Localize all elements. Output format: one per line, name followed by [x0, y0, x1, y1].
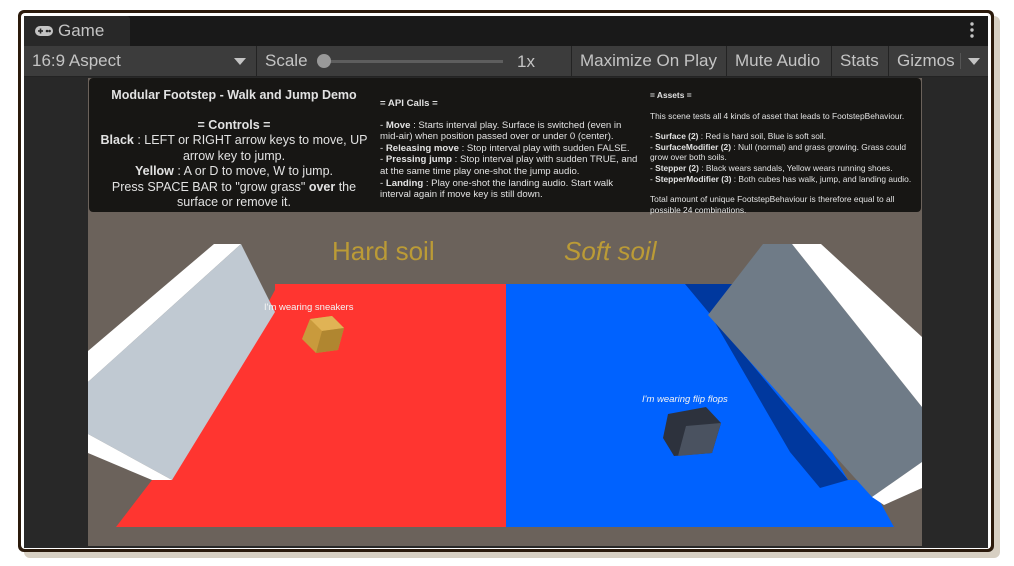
controls-column: Modular Footstep - Walk and Jump Demo = … — [99, 88, 369, 211]
aspect-label: 16:9 Aspect — [32, 51, 121, 70]
chevron-down-icon — [968, 58, 980, 65]
scale-slider-handle[interactable] — [317, 54, 331, 68]
mute-audio-toggle[interactable]: Mute Audio — [727, 46, 831, 76]
gizmos-dropdown[interactable] — [961, 46, 988, 76]
scale-value: 1x — [517, 52, 535, 71]
api-item: - Pressing jump : Stop interval play wit… — [380, 154, 638, 177]
asset-item: - Surface (2) : Red is hard soil, Blue i… — [650, 131, 826, 142]
control-grass: Press SPACE BAR to "grow grass" over the… — [111, 179, 357, 210]
assets-intro: This scene tests all 4 kinds of asset th… — [650, 110, 905, 121]
aspect-dropdown[interactable]: 16:9 Aspect — [24, 46, 256, 76]
assets-column: = Assets = This scene tests all 4 kinds … — [650, 90, 920, 215]
controls-header: = Controls = — [197, 117, 271, 132]
mute-audio-label: Mute Audio — [735, 51, 821, 70]
maximize-on-play-label: Maximize On Play — [580, 51, 717, 70]
tab-label: Game — [58, 21, 105, 40]
scale-control: Scale 1x — [257, 46, 571, 76]
gizmos-label: Gizmos — [897, 51, 955, 70]
assets-total: Total amount of unique FootstepBehaviour… — [650, 194, 895, 215]
control-black: Black : LEFT or RIGHT arrow keys to move… — [100, 133, 368, 163]
game-toolbar: 16:9 Aspect Scale 1x Maximize On Play Mu… — [24, 46, 988, 77]
yellow-cube-nameplate: I'm wearing sneakers — [264, 302, 354, 313]
stats-toggle[interactable]: Stats — [832, 46, 888, 76]
api-column: = API Calls = - Move : Starts interval p… — [380, 98, 640, 201]
game-viewport[interactable]: Hard soil Soft soil I'm wearing sneakers… — [88, 78, 922, 546]
demo-title: Modular Footstep - Walk and Jump Demo — [111, 88, 357, 102]
api-item: - Move : Starts interval play. Surface i… — [380, 119, 622, 143]
assets-header: = Assets = — [650, 90, 692, 100]
control-yellow: Yellow : A or D to move, W to jump. — [135, 164, 333, 178]
stats-label: Stats — [840, 51, 879, 70]
asset-item: - Stepper (2) : Black wears sandals, Yel… — [650, 162, 893, 173]
black-cube — [663, 407, 721, 456]
chevron-down-icon — [234, 58, 246, 65]
kebab-menu-icon[interactable] — [970, 22, 974, 43]
black-cube-nameplate: I'm wearing flip flops — [642, 394, 728, 405]
scale-slider[interactable] — [323, 60, 503, 63]
api-header: = API Calls = — [380, 98, 438, 109]
soft-soil-label: Soft soil — [564, 236, 657, 266]
hard-soil-label: Hard soil — [332, 236, 435, 266]
game-window: Game 16:9 Aspect Scale 1x Maximize On Pl… — [24, 16, 988, 548]
info-panel: Modular Footstep - Walk and Jump Demo = … — [89, 78, 921, 215]
api-item: - Landing : Play one-shot the landing au… — [380, 177, 614, 201]
scale-label: Scale — [265, 51, 308, 70]
maximize-on-play-toggle[interactable]: Maximize On Play — [572, 46, 726, 76]
tab-bar: Game — [24, 16, 988, 46]
asset-item: - StepperModifier (3) : Both cubes has w… — [650, 173, 912, 184]
api-item: - Releasing move : Stop interval play wi… — [380, 142, 630, 154]
gizmos-toggle[interactable]: Gizmos — [889, 46, 959, 76]
tab-game[interactable]: Game — [24, 16, 130, 46]
gamepad-icon — [35, 26, 53, 36]
asset-item: - SurfaceModifier (2) : Null (normal) an… — [650, 141, 906, 163]
